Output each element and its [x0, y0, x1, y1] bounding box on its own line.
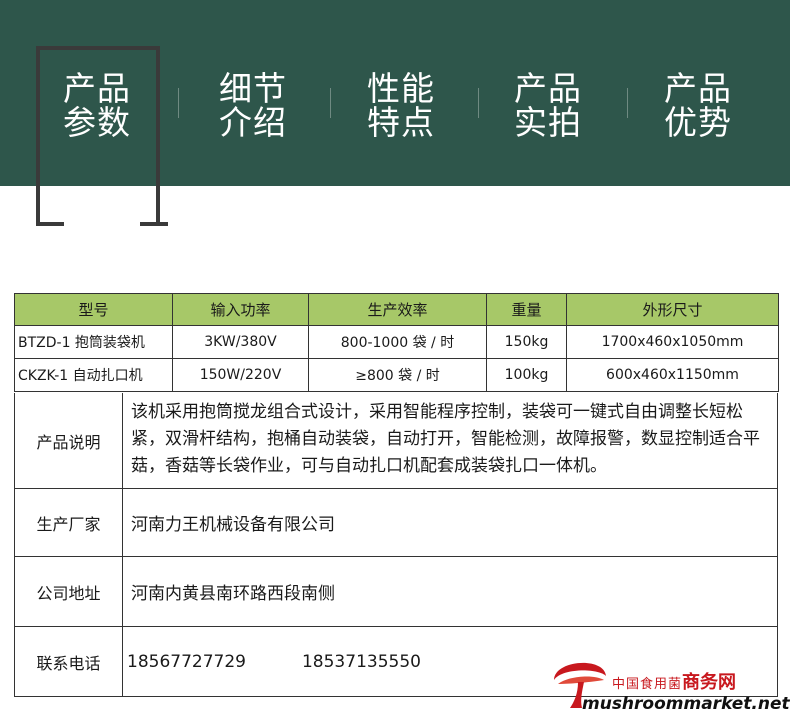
table-row: CKZK-1 自动扎口机 150W/220V ≥800 袋 / 时 100kg …: [14, 358, 779, 392]
nav-tab-label-line1: 性能: [367, 69, 435, 108]
table-row: BTZD-1 抱筒装袋机 3KW/380V 800-1000 袋 / 时 150…: [14, 325, 779, 359]
nav-tab-label-line1: 产品: [63, 69, 131, 108]
phone-number-1[interactable]: 18567727729: [127, 652, 246, 672]
watermark-cn-big: 商务网: [682, 672, 737, 693]
nav-tab-product-params[interactable]: 产品 参数: [42, 72, 152, 146]
cell-model: BTZD-1 抱筒装袋机: [14, 325, 173, 359]
info-row-address: 公司地址 河南内黄县南环路西段南侧: [14, 557, 778, 627]
info-row-description: 产品说明 该机采用抱筒搅龙组合式设计，采用智能程序控制，装袋可一键式自由调整长短…: [14, 393, 778, 489]
nav-tab-label-line2: 特点: [367, 103, 435, 142]
address-label: 公司地址: [15, 557, 123, 626]
spec-table: 型号 输入功率 生产效率 重量 外形尺寸 BTZD-1 抱筒装袋机 3KW/38…: [14, 293, 779, 392]
manufacturer-value: 河南力王机械设备有限公司: [131, 515, 335, 535]
cell-power: 3KW/380V: [172, 325, 309, 359]
col-header-efficiency: 生产效率: [308, 293, 487, 326]
nav-tab-label-line1: 细节: [219, 69, 287, 108]
phone-label: 联系电话: [15, 627, 123, 696]
nav-tab-label-line2: 实拍: [514, 103, 582, 142]
cell-efficiency: ≥800 袋 / 时: [308, 358, 487, 392]
nav-tab-real-photos[interactable]: 产品 实拍: [493, 72, 603, 146]
nav-tab-label-line1: 产品: [514, 69, 582, 108]
col-header-weight: 重量: [486, 293, 567, 326]
address-value: 河南内黄县南环路西段南侧: [131, 584, 335, 604]
nav-separator: [478, 88, 479, 118]
description-label: 产品说明: [15, 393, 123, 488]
phone-number-2[interactable]: 18537135550: [302, 652, 421, 672]
manufacturer-label: 生产厂家: [15, 489, 123, 556]
cell-model: CKZK-1 自动扎口机: [14, 358, 173, 392]
nav-tab-label-line2: 参数: [63, 103, 131, 142]
watermark-cn: 中国食用菌商务网: [612, 668, 736, 694]
nav-separator: [178, 88, 179, 118]
cell-weight: 100kg: [486, 358, 567, 392]
nav-tab-advantages[interactable]: 产品 优势: [643, 72, 753, 146]
nav-tab-label-line1: 产品: [664, 69, 732, 108]
description-text: 该机采用抱筒搅龙组合式设计，采用智能程序控制，装袋可一键式自由调整长短松紧，双滑…: [131, 402, 760, 476]
spec-table-header-row: 型号 输入功率 生产效率 重量 外形尺寸: [14, 293, 779, 326]
nav-tab-label-line2: 优势: [664, 103, 732, 142]
cell-power: 150W/220V: [172, 358, 309, 392]
cell-weight: 150kg: [486, 325, 567, 359]
nav-separator: [330, 88, 331, 118]
col-header-model: 型号: [14, 293, 173, 326]
nav-tab-details[interactable]: 细节 介绍: [198, 72, 308, 146]
site-watermark: 中国食用菌商务网 mushroommarket.net: [548, 646, 790, 724]
watermark-en: mushroommarket.net: [582, 694, 790, 714]
nav-tab-label-line2: 介绍: [219, 103, 287, 142]
cell-efficiency: 800-1000 袋 / 时: [308, 325, 487, 359]
info-row-manufacturer: 生产厂家 河南力王机械设备有限公司: [14, 489, 778, 557]
nav-separator: [627, 88, 628, 118]
col-header-power: 输入功率: [172, 293, 309, 326]
cell-dimensions: 1700x460x1050mm: [566, 325, 779, 359]
watermark-cn-small: 中国食用菌: [612, 677, 683, 692]
cell-dimensions: 600x460x1150mm: [566, 358, 779, 392]
col-header-dimensions: 外形尺寸: [566, 293, 779, 326]
nav-tab-features[interactable]: 性能 特点: [346, 72, 456, 146]
section-nav: 产品 参数 细节 介绍 性能 特点 产品 实拍 产品 优势: [0, 0, 790, 186]
